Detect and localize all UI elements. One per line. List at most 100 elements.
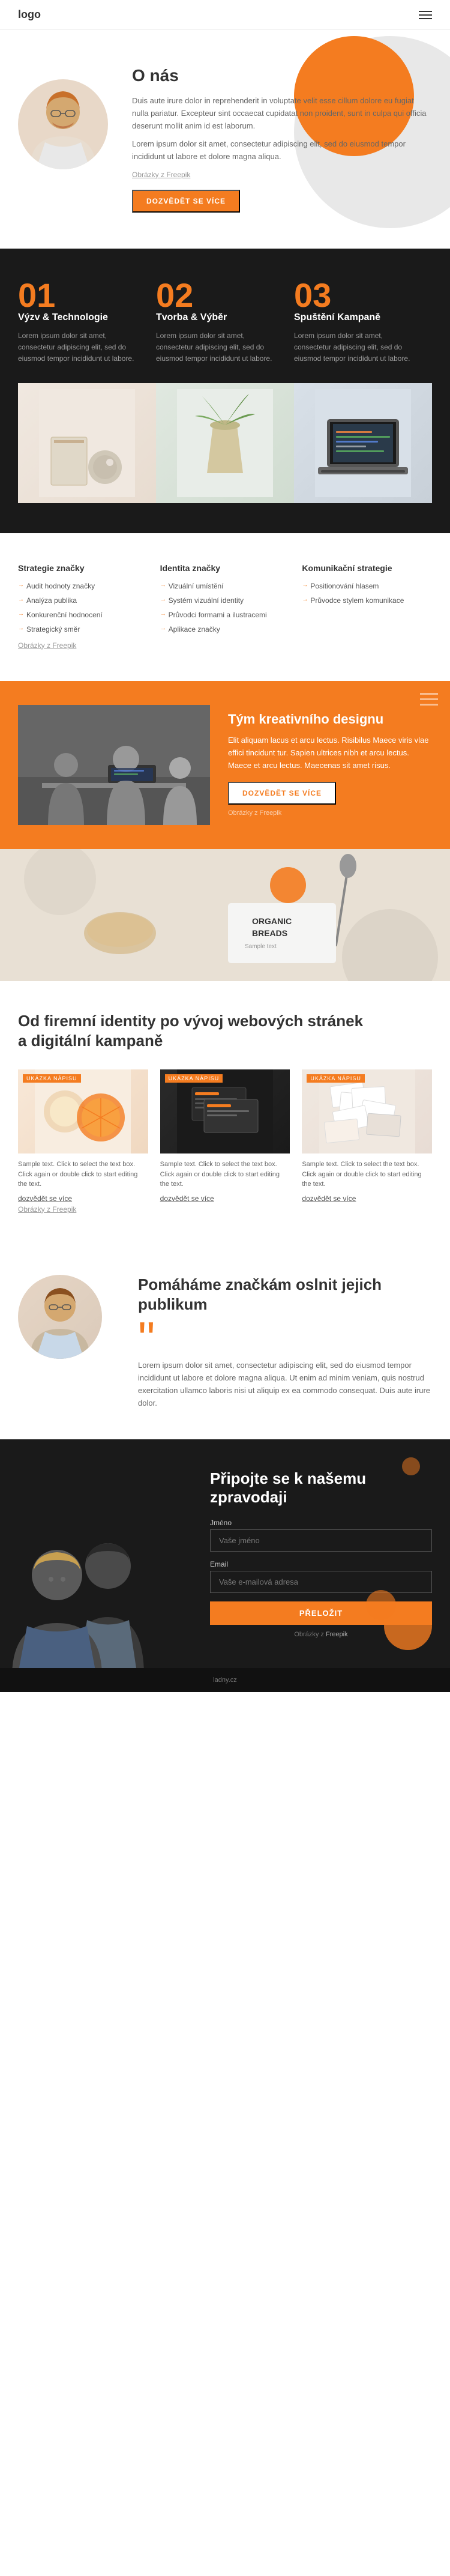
portfolio-image-1: UKÁZKA NÁPISU bbox=[18, 1069, 148, 1153]
creative-description: Elit aliquam lacus et arcu lectus. Risib… bbox=[228, 734, 432, 772]
steps-section: 01 Výzv & Technologie Lorem ipsum dolor … bbox=[0, 249, 450, 533]
creative-title: Tým kreativního designu bbox=[228, 712, 432, 727]
step-image-3 bbox=[294, 383, 432, 503]
brands-person-avatar bbox=[18, 1275, 102, 1359]
portfolio-image-3: UKÁZKA NÁPISU bbox=[302, 1069, 432, 1153]
portfolio-desc-3: Sample text. Click to select the text bo… bbox=[302, 1160, 432, 1190]
portfolio-image-2: UKÁZKA NÁPISU bbox=[160, 1069, 290, 1153]
creative-text-block: Tým kreativního designu Elit aliquam lac… bbox=[228, 712, 432, 817]
step-item-3: 03 Spuštění Kampaně Lorem ipsum dolor si… bbox=[294, 279, 432, 365]
service-list-item: Audit hodnoty značky bbox=[18, 579, 148, 593]
decorative-dashes bbox=[420, 693, 438, 706]
hamburger-menu[interactable] bbox=[419, 11, 432, 19]
services-section: Strategie značky Audit hodnoty značky An… bbox=[0, 533, 450, 681]
about-person-image bbox=[18, 79, 108, 199]
brands-section: Pomáháme značkám oslnit jejich publikum … bbox=[0, 1245, 450, 1440]
header: logo bbox=[0, 0, 450, 30]
portfolio-link-2[interactable]: dozvědět se více bbox=[160, 1194, 214, 1203]
product-section: ORGANIC BREADS Sample text bbox=[0, 849, 450, 981]
step-item-2: 02 Tvorba & Výběr Lorem ipsum dolor sit … bbox=[156, 279, 294, 365]
service-list-3: Positionování hlasem Průvodce stylem kom… bbox=[302, 579, 432, 608]
brands-description: Lorem ipsum dolor sit amet, consectetur … bbox=[138, 1359, 432, 1409]
service-list-item: Analýza publika bbox=[18, 593, 148, 608]
email-label: Email bbox=[210, 1560, 432, 1568]
service-list-item: Průvodce stylem komunikace bbox=[302, 593, 432, 608]
email-input[interactable] bbox=[210, 1571, 432, 1593]
portfolio-grid: UKÁZKA NÁPISU Sample text. Click to sele… bbox=[18, 1069, 432, 1204]
footer-text: ladny.cz bbox=[213, 1677, 237, 1684]
service-list-item: Strategický směr bbox=[18, 622, 148, 636]
creative-team-image bbox=[18, 705, 210, 825]
about-title: O nás bbox=[132, 66, 432, 85]
step-images-row bbox=[18, 383, 432, 503]
newsletter-title: Připojte se k našemu zpravodaji bbox=[210, 1469, 432, 1507]
step-image-2 bbox=[156, 383, 294, 503]
services-freepik-link[interactable]: Obrázky z Freepik bbox=[18, 641, 76, 650]
footer: ladny.cz bbox=[0, 1668, 450, 1692]
service-title-3: Komunikační strategie bbox=[302, 563, 432, 573]
name-field-group: Jméno bbox=[210, 1519, 432, 1552]
about-section: O nás Duis aute irure dolor in reprehend… bbox=[0, 30, 450, 249]
step-desc-2: Lorem ipsum dolor sit amet, consectetur … bbox=[156, 330, 282, 365]
portfolio-item-2: UKÁZKA NÁPISU Sample text. Click to sele… bbox=[160, 1069, 290, 1204]
service-list-item: Konkurenční hodnocení bbox=[18, 608, 148, 622]
service-card-1: Strategie značky Audit hodnoty značky An… bbox=[18, 563, 148, 636]
service-card-3: Komunikační strategie Positionování hlas… bbox=[302, 563, 432, 636]
name-label: Jméno bbox=[210, 1519, 432, 1527]
product-background: ORGANIC BREADS Sample text bbox=[0, 849, 450, 981]
service-list-2: Vizuální umístění Systém vizuální identi… bbox=[160, 579, 290, 636]
portfolio-badge-2: UKÁZKA NÁPISU bbox=[165, 1074, 223, 1083]
step-number-3: 03 bbox=[294, 279, 420, 312]
step-image-1 bbox=[18, 383, 156, 503]
step-number-2: 02 bbox=[156, 279, 282, 312]
steps-grid: 01 Výzv & Technologie Lorem ipsum dolor … bbox=[18, 279, 432, 365]
portfolio-badge-3: UKÁZKA NÁPISU bbox=[307, 1074, 365, 1083]
person-avatar bbox=[18, 79, 108, 169]
brands-person-block bbox=[18, 1275, 114, 1359]
service-list-1: Audit hodnoty značky Analýza publika Kon… bbox=[18, 579, 148, 636]
portfolio-desc-1: Sample text. Click to select the text bo… bbox=[18, 1160, 148, 1190]
services-cards: Strategie značky Audit hodnoty značky An… bbox=[18, 563, 432, 636]
step-title-2: Tvorba & Výběr bbox=[156, 312, 282, 323]
step-title-3: Spuštění Kampaně bbox=[294, 312, 420, 323]
quote-mark: " bbox=[138, 1325, 432, 1353]
about-text-block: O nás Duis aute irure dolor in reprehend… bbox=[132, 66, 432, 213]
creative-freepik-link[interactable]: Obrázky z Freepik bbox=[228, 809, 281, 817]
service-title-1: Strategie značky bbox=[18, 563, 148, 573]
portfolio-link-1[interactable]: dozvědět se více bbox=[18, 1194, 72, 1203]
step-title-1: Výzv & Technologie bbox=[18, 312, 144, 323]
portfolio-item-1: UKÁZKA NÁPISU Sample text. Click to sele… bbox=[18, 1069, 148, 1204]
service-list-item: Aplikace značky bbox=[160, 622, 290, 636]
service-list-item: Průvodci formami a ilustracemi bbox=[160, 608, 290, 622]
brands-title: Pomáháme značkám oslnit jejich publikum bbox=[138, 1275, 432, 1316]
service-list-item: Systém vizuální identity bbox=[160, 593, 290, 608]
svg-text:ORGANIC: ORGANIC bbox=[252, 916, 292, 926]
digital-title: Od firemní identity po vývoj webových st… bbox=[18, 1011, 366, 1052]
step-desc-3: Lorem ipsum dolor sit amet, consectetur … bbox=[294, 330, 420, 365]
navigation bbox=[419, 11, 432, 19]
service-title-2: Identita značky bbox=[160, 563, 290, 573]
service-list-item: Vizuální umístění bbox=[160, 579, 290, 593]
logo: logo bbox=[18, 8, 41, 21]
svg-text:BREADS: BREADS bbox=[252, 928, 287, 938]
portfolio-link-3[interactable]: dozvědět se více bbox=[302, 1194, 356, 1203]
about-paragraph1: Duis aute irure dolor in reprehenderit i… bbox=[132, 95, 432, 132]
step-number-1: 01 bbox=[18, 279, 144, 312]
portfolio-badge-1: UKÁZKA NÁPISU bbox=[23, 1074, 81, 1083]
portfolio-desc-2: Sample text. Click to select the text bo… bbox=[160, 1160, 290, 1190]
newsletter-freepik-link[interactable]: Freepik bbox=[326, 1631, 348, 1638]
creative-cta-button[interactable]: DOZVĚDĚT SE VÍCE bbox=[228, 782, 336, 805]
email-field-group: Email bbox=[210, 1560, 432, 1593]
about-paragraph2: Lorem ipsum dolor sit amet, consectetur … bbox=[132, 138, 432, 163]
digital-freepik-link[interactable]: Obrázky z Freepik bbox=[18, 1205, 76, 1214]
name-input[interactable] bbox=[210, 1529, 432, 1552]
creative-section: Tým kreativního designu Elit aliquam lac… bbox=[0, 681, 450, 849]
team-photo bbox=[18, 705, 210, 825]
brands-text-block: Pomáháme značkám oslnit jejich publikum … bbox=[138, 1275, 432, 1410]
about-cta-button[interactable]: DOZVĚDĚT SE VÍCE bbox=[132, 190, 240, 213]
service-card-2: Identita značky Vizuální umístění Systém… bbox=[160, 563, 290, 636]
about-freepik-link[interactable]: Obrázky z Freepik bbox=[132, 171, 190, 179]
step-item-1: 01 Výzv & Technologie Lorem ipsum dolor … bbox=[18, 279, 156, 365]
svg-text:Sample text: Sample text bbox=[245, 943, 277, 950]
newsletter-persons-image bbox=[0, 1512, 180, 1668]
